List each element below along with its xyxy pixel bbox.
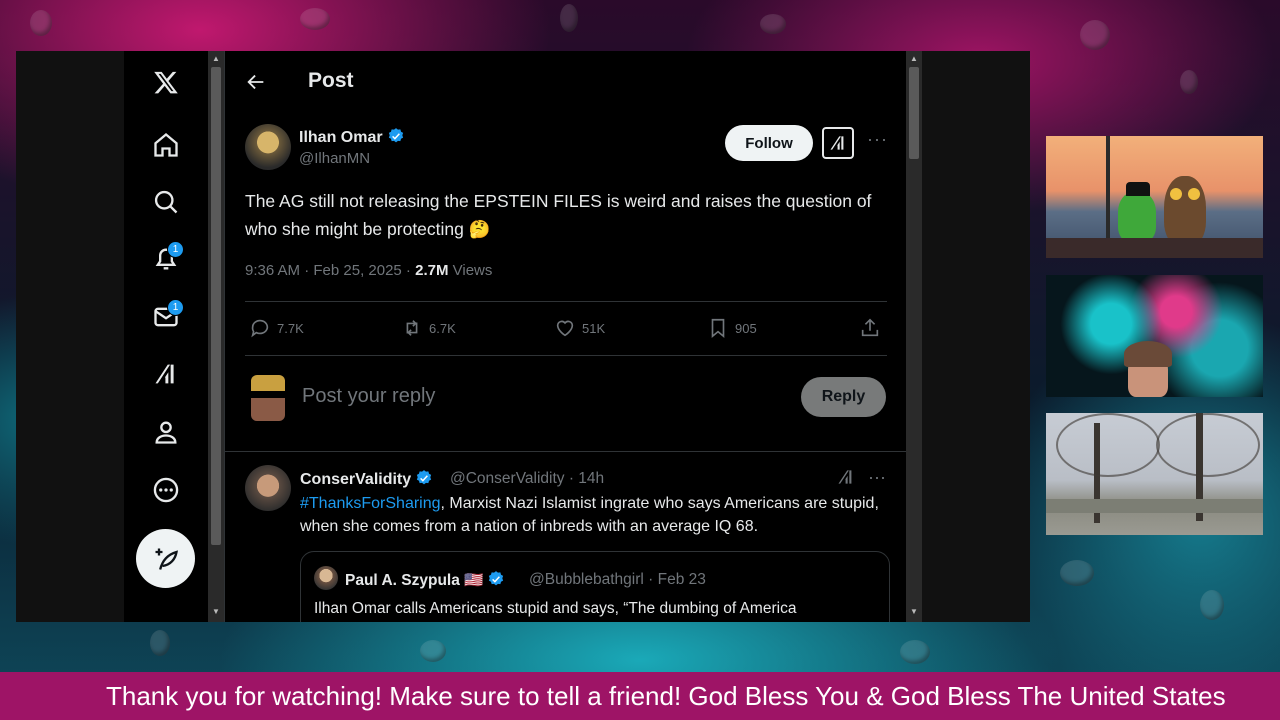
page-title: Post <box>308 69 354 92</box>
views-label: Views <box>448 262 493 279</box>
verified-badge-icon <box>417 470 432 485</box>
author-name[interactable]: Ilhan Omar <box>299 127 405 147</box>
ticker-text: Thank you for watching! Make sure to tel… <box>106 681 1226 711</box>
comment-more-options-icon[interactable]: ··· <box>868 467 886 488</box>
compose-post-button[interactable] <box>136 529 195 588</box>
reply-count: 7.7K <box>277 320 304 336</box>
back-arrow-icon[interactable] <box>245 71 267 98</box>
commenter-name-text: ConserValidity <box>300 471 412 488</box>
current-user-avatar[interactable] <box>251 375 285 421</box>
author-name-text: Ilhan Omar <box>299 129 383 146</box>
commenter-name[interactable]: ConserValidity <box>300 469 433 489</box>
more-icon[interactable] <box>146 470 186 510</box>
notifications-icon[interactable]: 1 <box>146 239 186 279</box>
ticker-banner: Thank you for watching! Make sure to tel… <box>0 672 1280 720</box>
messages-badge: 1 <box>167 299 184 316</box>
sidebar-nav: 1 1 <box>124 51 208 622</box>
verified-badge-icon <box>388 128 403 143</box>
bookmark-action[interactable]: 905 <box>707 317 757 339</box>
profile-icon[interactable] <box>146 412 186 452</box>
webcam-feed-sailboat <box>1046 136 1263 258</box>
main-scrollbar[interactable]: ▲ ▼ <box>906 51 922 622</box>
browser-window: 1 1 ▲ ▼ Post Ilhan Omar @IlhanMN Follow … <box>16 51 1030 622</box>
bookmark-count: 905 <box>735 320 757 336</box>
follow-button[interactable]: Follow <box>725 125 813 161</box>
quoted-author-handle: @Bubblebathgirl · Feb 23 <box>529 571 706 588</box>
x-logo-icon[interactable] <box>146 63 186 103</box>
quoted-author-avatar <box>314 566 338 590</box>
comment-text: #ThanksForSharing, Marxist Nazi Islamist… <box>300 492 890 538</box>
post-column: Post Ilhan Omar @IlhanMN Follow ··· The … <box>224 51 907 622</box>
reply-action[interactable]: 7.7K <box>249 317 304 339</box>
notifications-badge: 1 <box>167 241 184 258</box>
commenter-avatar[interactable] <box>245 465 291 511</box>
webcam-feed-park <box>1046 413 1263 535</box>
author-avatar[interactable] <box>245 124 291 170</box>
webcam-feed-presenter <box>1046 275 1263 397</box>
sidebar-scrollbar[interactable]: ▲ ▼ <box>208 51 224 622</box>
messages-icon[interactable]: 1 <box>146 297 186 337</box>
repost-action[interactable]: 6.7K <box>401 317 456 339</box>
heart-icon <box>556 320 574 337</box>
views-count: 2.7M <box>415 262 449 279</box>
post-timestamp: 9:36 AM · Feb 25, 2025 · 2.7M Views <box>245 262 492 279</box>
quoted-author-name-text: Paul A. Szypula 🇺🇸 <box>345 572 484 589</box>
grok-icon[interactable] <box>146 354 186 394</box>
share-action[interactable] <box>859 317 881 339</box>
quoted-post[interactable]: Paul A. Szypula 🇺🇸 @Bubblebathgirl · Feb… <box>300 551 890 622</box>
search-icon[interactable] <box>146 182 186 222</box>
grok-icon <box>830 136 844 150</box>
repost-count: 6.7K <box>429 320 456 336</box>
compose-post-icon <box>155 548 178 570</box>
post-time: 9:36 AM · Feb 25, 2025 · <box>245 262 416 279</box>
author-handle[interactable]: @IlhanMN <box>299 150 370 167</box>
verified-badge-icon <box>489 571 504 586</box>
quoted-author-name: Paul A. Szypula 🇺🇸 <box>345 570 505 590</box>
like-action[interactable]: 51K <box>554 317 605 339</box>
bookmark-icon <box>711 318 725 339</box>
grok-icon[interactable] <box>836 467 856 492</box>
post-more-options-icon[interactable]: ··· <box>867 129 888 150</box>
post-text: The AG still not releasing the EPSTEIN F… <box>245 191 872 239</box>
commenter-handle[interactable]: @ConserValidity · 14h <box>450 470 604 488</box>
reply-icon <box>251 319 269 338</box>
reply-input[interactable]: Post your reply <box>302 385 435 408</box>
grok-explain-button[interactable] <box>822 127 854 159</box>
hashtag-link[interactable]: #ThanksForSharing <box>300 495 441 512</box>
share-icon <box>861 318 879 337</box>
reply-button[interactable]: Reply <box>801 377 886 417</box>
repost-icon <box>406 320 418 336</box>
quoted-post-text: Ilhan Omar calls Americans stupid and sa… <box>314 600 797 617</box>
home-icon[interactable] <box>146 125 186 165</box>
like-count: 51K <box>582 320 606 336</box>
